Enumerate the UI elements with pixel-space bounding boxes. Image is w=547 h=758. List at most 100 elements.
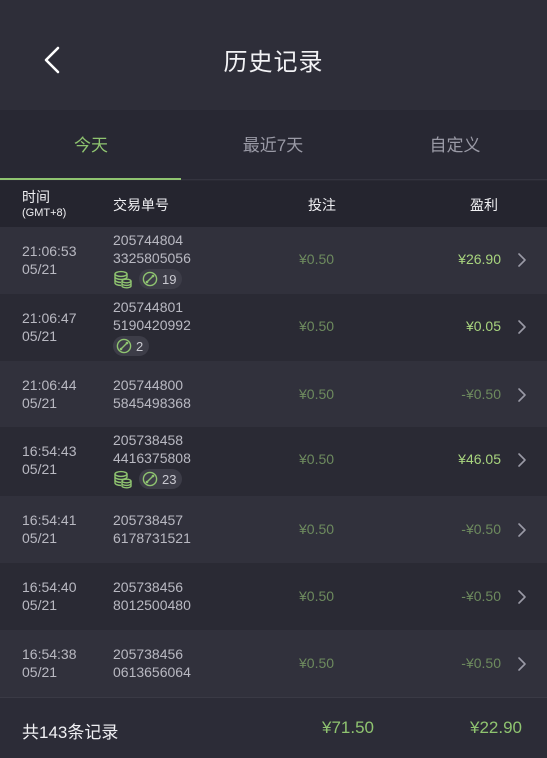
- row-order-number: 205744804 3325805056: [113, 231, 191, 267]
- row-time: 16:54:43 05/21: [22, 442, 77, 478]
- column-header-time-label: 时间: [22, 189, 50, 205]
- row-bet-value: ¥0.50: [299, 318, 335, 334]
- row-profit-value: -¥0.50: [461, 386, 501, 402]
- row-bet-value: ¥0.50: [299, 588, 335, 604]
- row-time-value: 21:06:47: [22, 310, 77, 326]
- row-order-line-1: 205744800: [113, 377, 184, 393]
- table-row[interactable]: 16:54:43 05/21 205738458 4416375808 23 ¥0.50 ¥…: [0, 427, 547, 496]
- column-header-time: 时间 (GMT+8): [22, 189, 66, 221]
- row-order-line-1: 205744801: [113, 299, 184, 315]
- coin-stack-icon: [114, 470, 132, 489]
- row-date-value: 05/21: [22, 597, 58, 613]
- summary-footer: 共143条记录 ¥71.50 ¥22.90: [0, 697, 547, 758]
- row-profit-value: -¥0.50: [461, 655, 501, 671]
- row-order-line-2: 8012500480: [113, 597, 191, 613]
- link-count-badge: 19: [139, 269, 183, 289]
- row-time-value: 21:06:53: [22, 243, 77, 259]
- row-badges: 19: [113, 268, 183, 290]
- row-time: 16:54:40 05/21: [22, 578, 77, 614]
- link-count-value: 2: [136, 338, 144, 354]
- row-time-value: 16:54:41: [22, 512, 77, 528]
- tab-custom[interactable]: 自定义: [364, 110, 546, 180]
- row-time: 21:06:53 05/21: [22, 242, 77, 278]
- row-profit-value: -¥0.50: [461, 588, 501, 604]
- row-bet-value: ¥0.50: [299, 386, 335, 402]
- row-date-value: 05/21: [22, 664, 58, 680]
- row-time: 16:54:38 05/21: [22, 645, 77, 681]
- chevron-right-icon: [518, 453, 526, 467]
- column-header-profit: 盈利: [470, 197, 498, 213]
- link-icon: [142, 471, 158, 487]
- row-bet-value: ¥0.50: [299, 521, 335, 537]
- row-time-value: 16:54:43: [22, 443, 77, 459]
- row-order-number: 205738457 6178731521: [113, 511, 191, 547]
- table-header: 时间 (GMT+8) 交易单号 投注 盈利: [0, 181, 547, 227]
- row-date-value: 05/21: [22, 261, 58, 277]
- table-row[interactable]: 16:54:40 05/21 205738456 8012500480 ¥0.50 -¥0…: [0, 563, 547, 630]
- tab-last-7-days[interactable]: 最近7天: [182, 110, 364, 180]
- row-profit-value: ¥0.05: [465, 318, 501, 334]
- tab-bar: 今天 最近7天 自定义: [0, 110, 547, 180]
- total-bet-value: ¥71.50: [322, 718, 374, 737]
- table-row[interactable]: 16:54:38 05/21 205738456 0613656064 ¥0.50 -¥0…: [0, 630, 547, 697]
- row-order-line-1: 205738457: [113, 512, 184, 528]
- row-badges: 2: [113, 335, 150, 357]
- header: 历史记录: [0, 0, 547, 110]
- row-time-value: 16:54:38: [22, 646, 77, 662]
- chevron-right-icon: [518, 388, 526, 402]
- row-badges: 23: [113, 468, 183, 490]
- row-order-line-2: 5190420992: [113, 317, 191, 333]
- row-order-line-1: 205738456: [113, 579, 184, 595]
- row-bet-value: ¥0.50: [299, 451, 335, 467]
- column-header-bet: 投注: [308, 197, 336, 213]
- page-title: 历史记录: [223, 49, 324, 76]
- row-order-line-2: 0613656064: [113, 664, 191, 680]
- row-time-value: 21:06:44: [22, 377, 77, 393]
- row-time: 16:54:41 05/21: [22, 511, 77, 547]
- row-date-value: 05/21: [22, 328, 58, 344]
- chevron-right-icon: [518, 253, 526, 267]
- row-order-number: 205738458 4416375808: [113, 431, 191, 467]
- row-bet-value: ¥0.50: [299, 251, 335, 267]
- row-order-line-2: 4416375808: [113, 450, 191, 466]
- link-count-badge: 2: [113, 336, 150, 356]
- table-row[interactable]: 21:06:47 05/21 205744801 5190420992 2 ¥0.50 ¥0…: [0, 294, 547, 361]
- row-date-value: 05/21: [22, 395, 58, 411]
- link-icon: [142, 271, 158, 287]
- row-profit-value: -¥0.50: [461, 521, 501, 537]
- row-time-value: 16:54:40: [22, 579, 77, 595]
- row-order-line-2: 3325805056: [113, 250, 191, 266]
- column-header-order: 交易单号: [113, 197, 169, 213]
- row-order-number: 205738456 0613656064: [113, 645, 191, 681]
- table-row[interactable]: 21:06:53 05/21 205744804 3325805056 19 ¥0.50 ¥…: [0, 227, 547, 294]
- row-order-number: 205744801 5190420992: [113, 298, 191, 334]
- row-order-line-1: 205738456: [113, 646, 184, 662]
- chevron-right-icon: [518, 320, 526, 334]
- row-time: 21:06:47 05/21: [22, 309, 77, 345]
- column-header-timezone: (GMT+8): [22, 207, 67, 219]
- total-records-label: 共143条记录: [22, 723, 119, 742]
- row-time: 21:06:44 05/21: [22, 376, 77, 412]
- row-order-line-1: 205738458: [113, 432, 184, 448]
- row-order-number: 205738456 8012500480: [113, 578, 191, 614]
- chevron-right-icon: [518, 590, 526, 604]
- table-row[interactable]: 16:54:41 05/21 205738457 6178731521 ¥0.50 -¥0…: [0, 496, 547, 563]
- tab-today[interactable]: 今天: [0, 110, 182, 180]
- total-profit-value: ¥22.90: [470, 718, 522, 737]
- row-order-line-2: 6178731521: [113, 530, 191, 546]
- row-bet-value: ¥0.50: [299, 655, 335, 671]
- row-date-value: 05/21: [22, 461, 58, 477]
- row-date-value: 05/21: [22, 530, 58, 546]
- chevron-right-icon: [518, 523, 526, 537]
- row-profit-value: ¥26.90: [458, 251, 501, 267]
- table-row[interactable]: 21:06:44 05/21 205744800 5845498368 ¥0.50 -¥0…: [0, 361, 547, 427]
- row-order-line-1: 205744804: [113, 232, 184, 248]
- link-icon: [116, 338, 132, 354]
- link-count-value: 23: [162, 471, 177, 487]
- chevron-right-icon: [518, 657, 526, 671]
- link-count-value: 19: [162, 271, 177, 287]
- row-profit-value: ¥46.05: [458, 451, 501, 467]
- coin-stack-icon: [114, 270, 132, 289]
- link-count-badge: 23: [139, 469, 183, 489]
- row-order-line-2: 5845498368: [113, 395, 191, 411]
